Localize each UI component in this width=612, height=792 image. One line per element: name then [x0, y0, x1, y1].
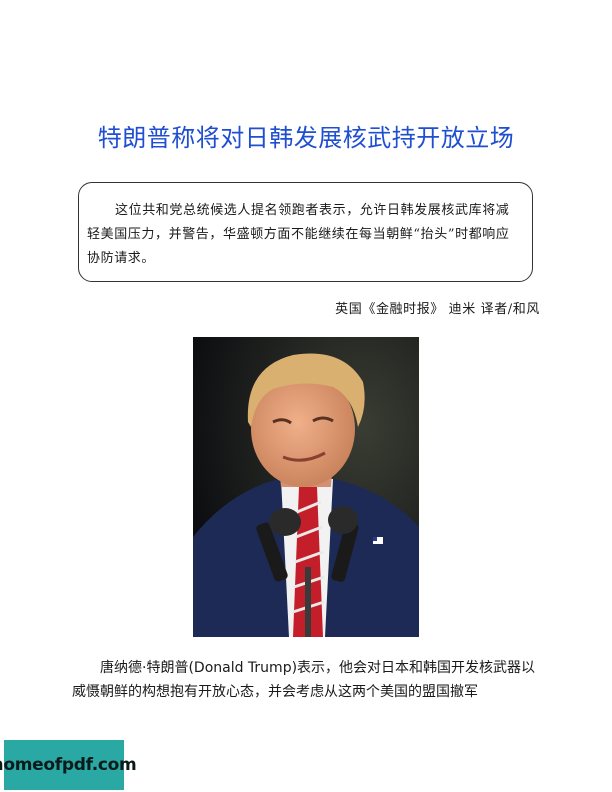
article-photo [193, 337, 419, 637]
byline: 英国《金融时报》 迪米 译者/和风 [335, 302, 540, 317]
article-body: 唐纳德·特朗普(Donald Trump)表示，他会对日本和韩国开发核武器以威慑… [72, 660, 536, 700]
summary-box: 这位共和党总统候选人提名领跑者表示，允许日韩发展核武库将减轻美国压力，并警告，华… [78, 182, 533, 282]
article-title: 特朗普称将对日韩发展核武持开放立场 [97, 124, 515, 152]
watermark-logo[interactable]: homeofpdf.com [0, 740, 137, 790]
